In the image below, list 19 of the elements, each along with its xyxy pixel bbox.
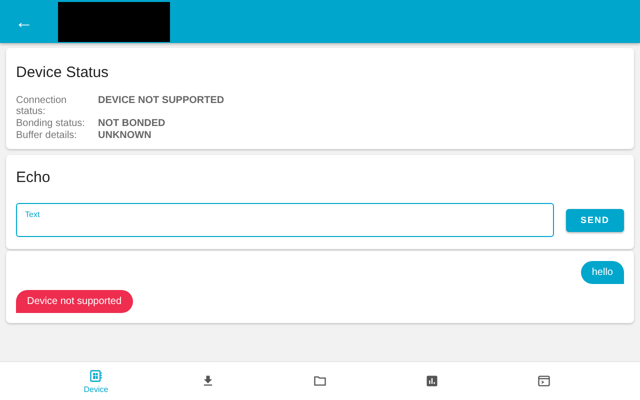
folder-icon — [313, 374, 327, 388]
status-value: NOT BONDED — [98, 118, 166, 129]
back-button[interactable]: ← — [14, 12, 34, 30]
error-message: Device not supported — [16, 290, 133, 313]
status-value: UNKNOWN — [98, 130, 152, 141]
status-label: Bonding status: — [16, 118, 86, 129]
text-field[interactable]: Text — [16, 203, 554, 237]
download-icon — [201, 374, 215, 388]
send-button[interactable]: SEND — [566, 208, 624, 232]
status-label: Buffer details: — [16, 130, 78, 141]
chip-icon — [89, 368, 103, 382]
chart-icon — [425, 374, 439, 388]
status-label: Connection status: — [16, 95, 68, 117]
nav-tab[interactable]: Device — [40, 362, 152, 400]
sent-message: hello — [580, 261, 624, 284]
status-value: DEVICE NOT SUPPORTED — [98, 95, 224, 108]
terminal-icon — [537, 374, 551, 388]
card-title: Echo — [16, 169, 52, 186]
card-title: Device Status — [16, 64, 110, 81]
